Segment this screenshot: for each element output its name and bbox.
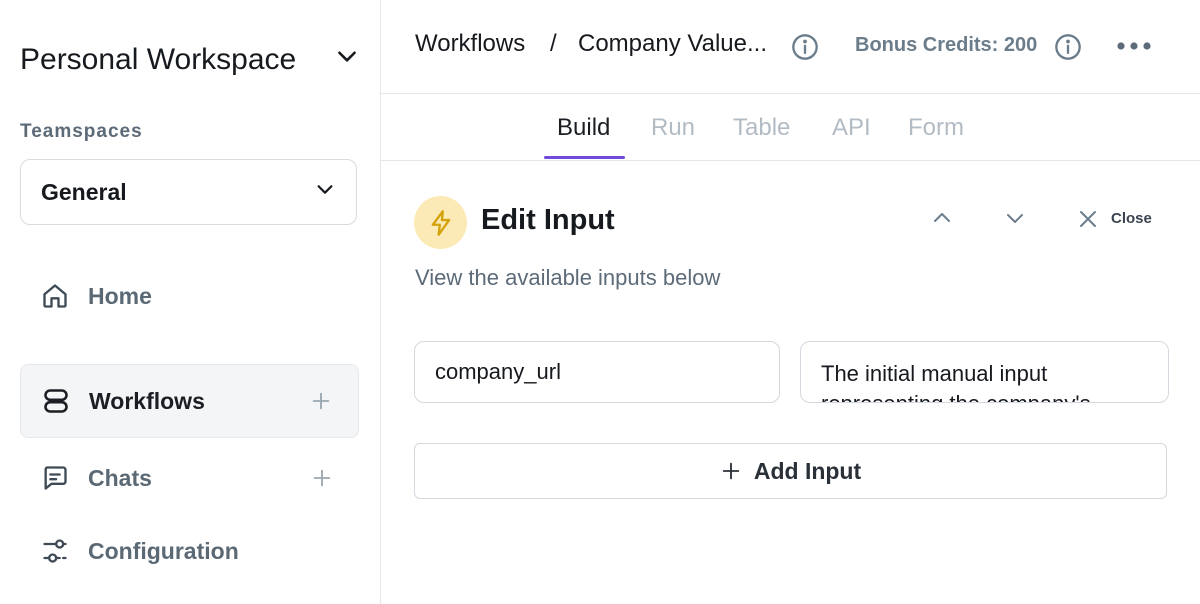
workspace-switcher[interactable]: Personal Workspace <box>20 40 360 80</box>
sidebar-item-label: Workflows <box>89 387 205 414</box>
panel-title: Edit Input <box>481 204 615 236</box>
chevron-up-icon <box>934 213 950 222</box>
tab-api[interactable]: API <box>832 114 871 142</box>
sidebar: Personal Workspace Teamspaces General Ho… <box>0 0 381 604</box>
input-name-field[interactable] <box>414 341 780 403</box>
active-tab-indicator <box>544 156 625 159</box>
workflows-icon <box>41 386 71 416</box>
home-icon <box>40 281 70 311</box>
sidebar-item-label: Configuration <box>88 537 239 564</box>
close-label[interactable]: Close <box>1111 210 1152 227</box>
sidebar-item-label: Home <box>88 282 152 309</box>
top-bar: Workflows / Company Value... Bonus Credi… <box>381 0 1200 94</box>
teamspace-selected-value: General <box>41 178 127 205</box>
breadcrumb-workflows-link[interactable]: Workflows <box>415 30 525 58</box>
workspace-title: Personal Workspace <box>20 43 297 76</box>
plus-icon <box>313 469 331 487</box>
workflow-tabs: Build Run Table API Form <box>381 94 1200 161</box>
add-chat-button[interactable] <box>311 467 333 489</box>
lightning-bolt-icon <box>431 209 450 236</box>
plus-icon <box>722 462 740 480</box>
teamspaces-label: Teamspaces <box>20 121 143 142</box>
workflow-info-icon[interactable] <box>791 33 819 61</box>
teamspace-select[interactable]: General <box>20 159 357 225</box>
panel-subtitle: View the available inputs below <box>415 265 721 290</box>
sliders-icon <box>40 536 70 566</box>
input-description-field[interactable]: The initial manual input representing th… <box>800 341 1169 403</box>
chevron-down-icon <box>1007 214 1023 223</box>
sidebar-item-label: Chats <box>88 464 152 491</box>
chevron-down-icon <box>334 43 360 77</box>
plus-icon <box>312 392 330 410</box>
add-input-label: Add Input <box>753 457 862 484</box>
tab-run[interactable]: Run <box>651 114 695 142</box>
add-workflow-button[interactable] <box>310 390 332 412</box>
breadcrumb-separator: / <box>550 30 557 57</box>
tab-form[interactable]: Form <box>908 114 964 142</box>
sidebar-item-chats[interactable]: Chats <box>20 441 359 515</box>
sidebar-item-home[interactable]: Home <box>20 259 359 333</box>
more-options-icon[interactable] <box>1116 39 1152 53</box>
move-down-button[interactable] <box>1003 206 1027 230</box>
input-type-badge <box>414 196 467 249</box>
close-panel-button[interactable] <box>1076 207 1098 229</box>
credits-info-icon[interactable] <box>1054 33 1082 61</box>
add-input-button[interactable]: Add Input <box>414 443 1167 499</box>
sidebar-item-configuration[interactable]: Configuration <box>20 514 359 588</box>
move-up-button[interactable] <box>930 206 954 230</box>
breadcrumb-current-workflow: Company Value... <box>578 30 767 57</box>
sidebar-item-workflows[interactable]: Workflows <box>20 364 359 438</box>
chat-icon <box>40 463 70 493</box>
chevron-down-icon <box>314 178 336 206</box>
tab-build[interactable]: Build <box>557 114 610 142</box>
tab-table[interactable]: Table <box>733 114 790 142</box>
close-icon <box>1080 211 1096 227</box>
bonus-credits-label: Bonus Credits: 200 <box>855 34 1038 56</box>
